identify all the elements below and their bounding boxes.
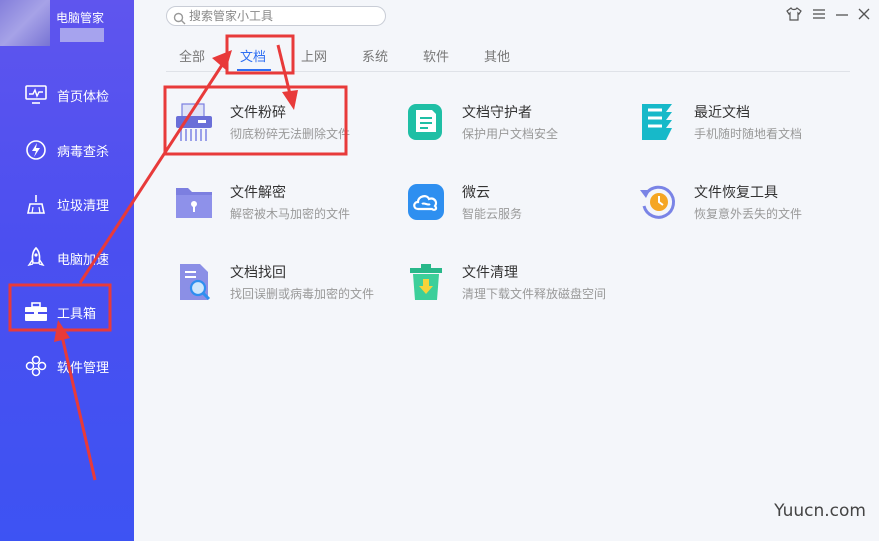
tool-file-cleanup[interactable]: 文件清理 清理下载文件释放磁盘空间 xyxy=(406,260,626,316)
tool-name: 文档找回 xyxy=(230,265,286,281)
tool-description: 找回误删或病毒加密的文件 xyxy=(230,287,375,301)
shredder-icon xyxy=(174,102,214,142)
tool-recent-documents[interactable]: 最近文档 手机随时随地看文档 xyxy=(638,100,858,156)
tab-internet[interactable]: 上网 xyxy=(301,46,327,65)
tab-documents[interactable]: 文档 xyxy=(240,46,266,65)
sidebar-item-label: 电脑加速 xyxy=(57,252,110,268)
tool-file-recovery[interactable]: 文件恢复工具 恢复意外丢失的文件 xyxy=(638,180,858,236)
toolbox-icon xyxy=(24,300,48,324)
tool-name: 文档守护者 xyxy=(462,105,532,121)
active-tab-indicator xyxy=(237,69,271,71)
sidebar-item-software-manager[interactable]: 软件管理 xyxy=(0,341,134,391)
tool-file-decrypt[interactable]: 文件解密 解密被木马加密的文件 xyxy=(174,180,394,236)
search-box[interactable] xyxy=(166,6,386,26)
app-name: 电脑管家 xyxy=(56,11,105,25)
tool-weiyun[interactable]: 微云 智能云服务 xyxy=(406,180,626,236)
broom-icon xyxy=(24,192,48,216)
tool-description: 保护用户文档安全 xyxy=(462,127,559,141)
folder-lock-icon xyxy=(174,182,214,222)
tool-name: 文件恢复工具 xyxy=(694,185,778,201)
shield-lightning-icon xyxy=(24,138,48,162)
minimize-icon[interactable] xyxy=(834,6,850,22)
search-input[interactable] xyxy=(189,9,379,23)
recent-docs-icon xyxy=(638,102,678,142)
tool-description: 清理下载文件释放磁盘空间 xyxy=(462,287,607,301)
tool-description: 彻底粉碎无法删除文件 xyxy=(230,127,351,141)
sidebar-item-label: 软件管理 xyxy=(57,360,110,376)
sidebar-item-label: 首页体检 xyxy=(57,89,110,105)
monitor-icon xyxy=(24,83,48,107)
tab-other[interactable]: 其他 xyxy=(484,46,510,65)
tool-name: 微云 xyxy=(462,185,490,201)
tool-description: 解密被木马加密的文件 xyxy=(230,207,351,221)
document-guard-icon xyxy=(406,102,446,142)
main-panel: 全部 文档 上网 系统 软件 其他 文件粉碎 彻底粉碎无法删除文件 文档守护者 … xyxy=(134,0,879,541)
tab-software[interactable]: 软件 xyxy=(423,46,449,65)
tool-name: 最近文档 xyxy=(694,105,750,121)
sidebar-item-junk-clean[interactable]: 垃圾清理 xyxy=(0,179,134,229)
category-tabs: 全部 文档 上网 系统 软件 其他 xyxy=(166,38,850,72)
sidebar-item-speed-up[interactable]: 电脑加速 xyxy=(0,233,134,283)
tool-document-recover[interactable]: 文档找回 找回误删或病毒加密的文件 xyxy=(174,260,394,316)
sidebar-item-label: 工具箱 xyxy=(57,306,97,322)
watermark: Yuucn.com xyxy=(774,501,866,521)
brand-area: 电脑管家 xyxy=(0,0,134,60)
sidebar-item-label: 垃圾清理 xyxy=(57,198,110,214)
doc-search-icon xyxy=(174,262,214,302)
rocket-icon xyxy=(24,246,48,270)
cloud-icon xyxy=(406,182,446,222)
sidebar-item-toolbox[interactable]: 工具箱 xyxy=(0,287,134,337)
tool-description: 恢复意外丢失的文件 xyxy=(694,207,803,221)
trash-download-icon xyxy=(406,262,446,302)
menu-icon[interactable] xyxy=(811,6,827,22)
sidebar-item-home-checkup[interactable]: 首页体检 xyxy=(0,70,134,120)
tool-name: 文件清理 xyxy=(462,265,518,281)
account-name-blur xyxy=(60,28,104,42)
restore-clock-icon xyxy=(638,182,678,222)
skin-icon[interactable] xyxy=(786,6,802,22)
tab-system[interactable]: 系统 xyxy=(362,46,388,65)
tool-name: 文件解密 xyxy=(230,185,286,201)
tool-description: 智能云服务 xyxy=(462,207,523,221)
avatar[interactable] xyxy=(0,0,50,46)
close-icon[interactable] xyxy=(856,6,872,22)
tool-file-shredder[interactable]: 文件粉碎 彻底粉碎无法删除文件 xyxy=(174,100,394,156)
search-icon xyxy=(173,10,186,29)
tab-all[interactable]: 全部 xyxy=(179,46,205,65)
sidebar: 电脑管家 首页体检 病毒查杀 垃圾清理 电脑加速 工具箱 软件管理 xyxy=(0,0,134,541)
sidebar-item-virus-scan[interactable]: 病毒查杀 xyxy=(0,125,134,175)
tool-description: 手机随时随地看文档 xyxy=(694,127,803,141)
tool-name: 文件粉碎 xyxy=(230,105,286,121)
tool-document-guard[interactable]: 文档守护者 保护用户文档安全 xyxy=(406,100,626,156)
apps-icon xyxy=(24,354,48,378)
sidebar-item-label: 病毒查杀 xyxy=(57,144,110,160)
